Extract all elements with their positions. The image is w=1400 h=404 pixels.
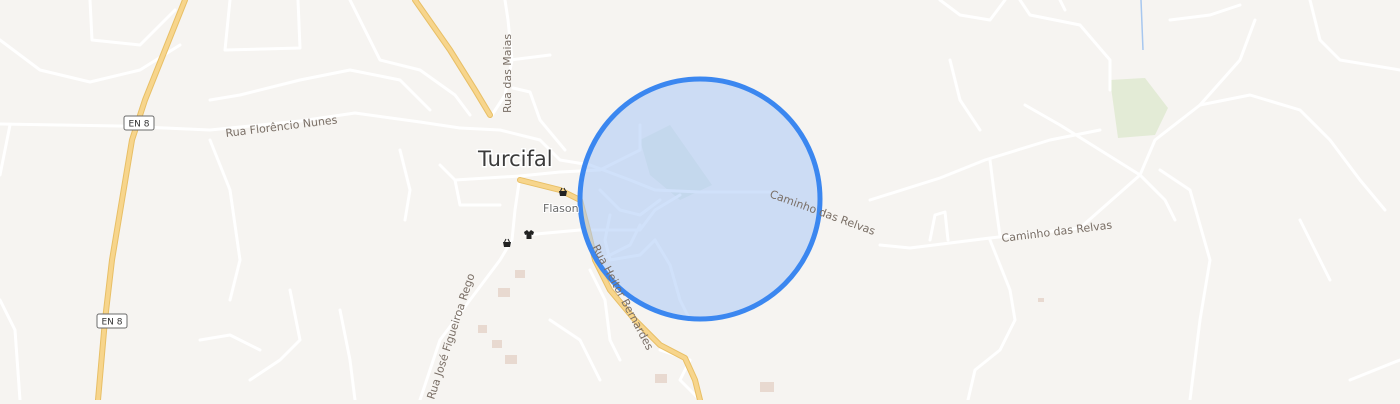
shield-label: EN 8 — [101, 318, 122, 328]
road-label-rua-das-maias: Rua das Maias — [501, 34, 514, 113]
place-label-turcifal[interactable]: Turcifal — [476, 146, 555, 173]
route-shield-en8-bottom: EN 8 — [96, 313, 128, 329]
poi-label-flason[interactable]: Flason — [542, 201, 580, 216]
shield-label: EN 8 — [128, 120, 149, 130]
route-shield-en8-top: EN 8 — [123, 115, 155, 131]
map-view[interactable]: Rua Florêncio Nunes Rua das Maias Caminh… — [0, 0, 1400, 403]
map-canvas[interactable]: Rua Florêncio Nunes Rua das Maias Caminh… — [0, 0, 1400, 403]
